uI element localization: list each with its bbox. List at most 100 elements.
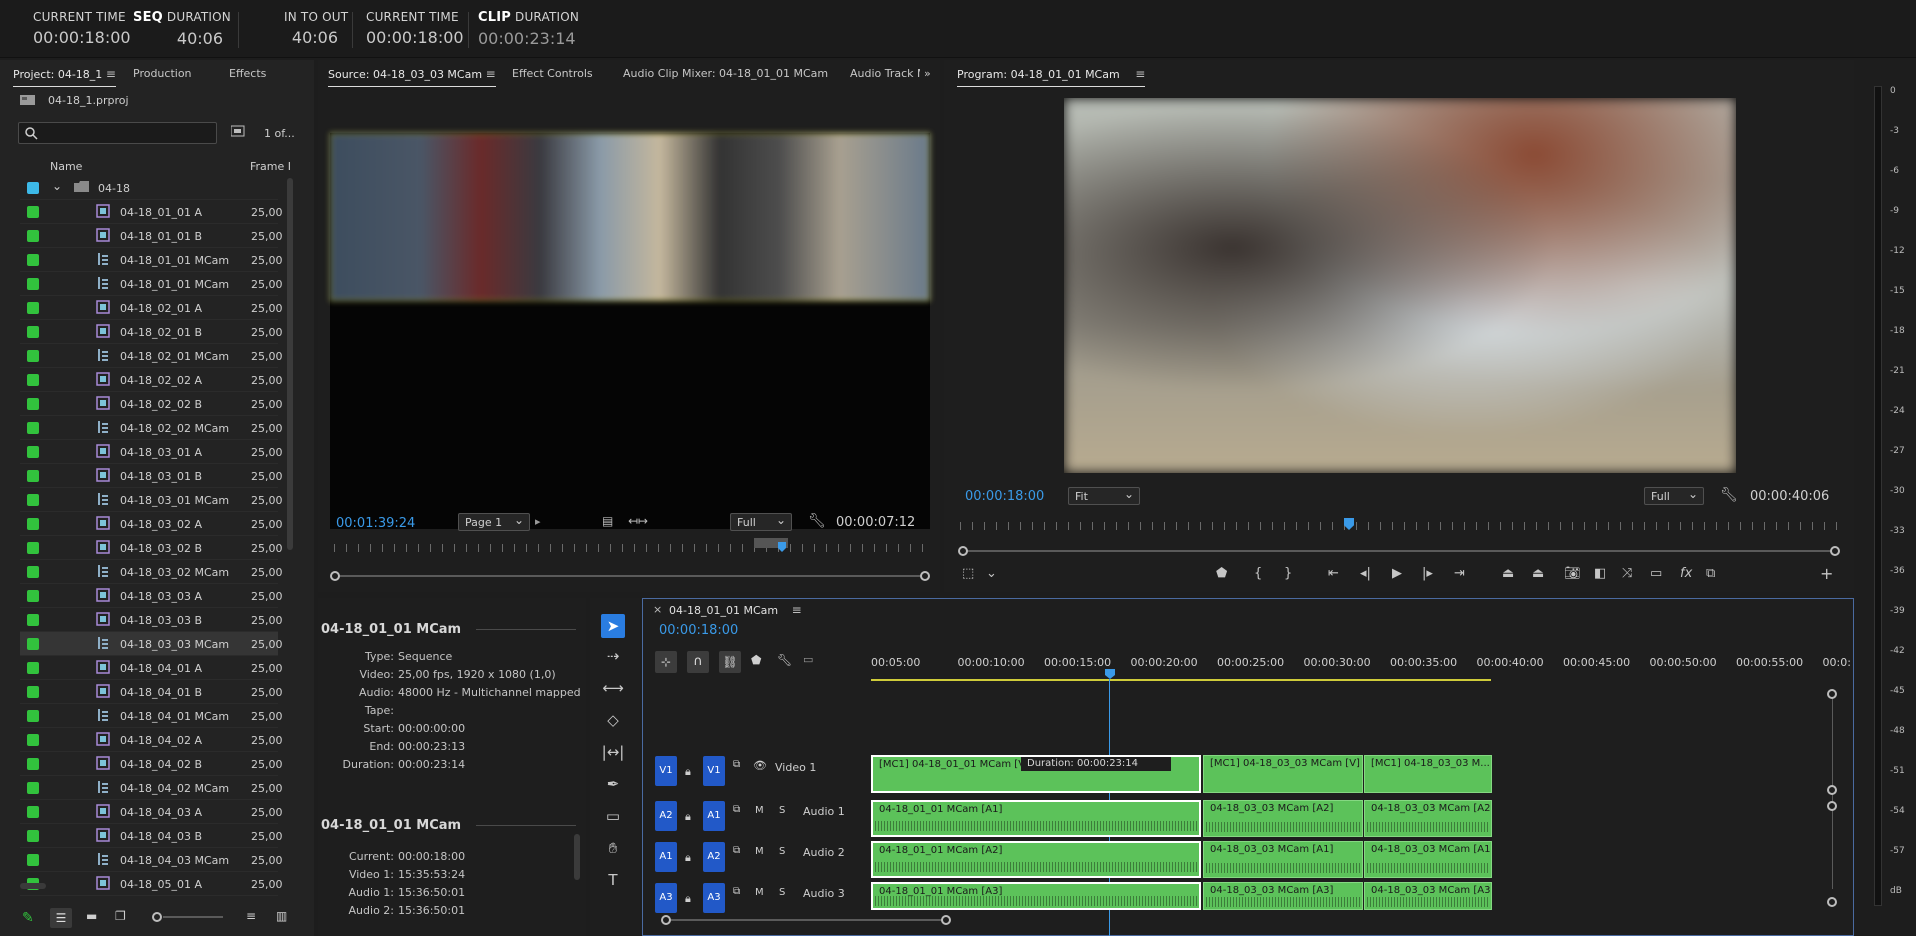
audio-clip[interactable]: 04-18_01_01 MCam [A3] — [871, 882, 1201, 910]
audio-clip[interactable]: 04-18_03_03 MCam [A2] — [1364, 800, 1492, 837]
lock-icon[interactable]: 🔒︎ — [685, 765, 691, 779]
mark-out-icon[interactable]: } — [1284, 566, 1292, 581]
project-item[interactable]: 04-18_03_02 B 25,00 — [20, 536, 283, 560]
zoom-slider-track[interactable] — [163, 916, 223, 918]
scroll-start-handle[interactable] — [958, 546, 968, 556]
tab-audio-track-mixer[interactable]: Audio Track M — [850, 67, 920, 80]
project-item[interactable]: 04-18_02_02 MCam 25,00 — [20, 416, 283, 440]
tab-production[interactable]: Production — [133, 67, 192, 80]
wrench-icon[interactable]: 🔧︎ — [808, 513, 826, 529]
pencil-icon[interactable]: ✎ — [22, 910, 34, 926]
tab-project[interactable]: Project: 04-18_1 ≡ — [13, 67, 116, 87]
source-patch-v1[interactable]: V1 — [655, 756, 677, 786]
add-marker-icon[interactable]: ⬟ — [1216, 566, 1227, 581]
rectangle-tool-icon[interactable]: ▭ — [601, 804, 625, 828]
panel-menu-icon[interactable]: ≡ — [1135, 67, 1145, 81]
freeform-view-icon[interactable]: ❐ — [115, 909, 126, 923]
project-item[interactable]: 04-18_03_03 B 25,00 — [20, 608, 283, 632]
scroll-end-handle[interactable] — [1830, 546, 1840, 556]
export-frame-icon[interactable]: 📷︎ — [1564, 566, 1581, 581]
nest-toggle-icon[interactable]: ⊹ — [655, 651, 677, 673]
solo-button[interactable]: S — [779, 805, 785, 816]
more-tabs-icon[interactable]: » — [924, 67, 931, 80]
lock-icon[interactable]: 🔒︎ — [685, 810, 691, 824]
snap-icon[interactable]: ∩ — [687, 651, 709, 673]
project-item[interactable]: 04-18_04_03 A 25,00 — [20, 800, 283, 824]
wrench-icon[interactable]: 🔧︎ — [777, 653, 792, 667]
source-quality-dropdown[interactable]: Full — [730, 513, 792, 531]
project-item[interactable]: 04-18_05_01 A 25,00 — [20, 872, 283, 896]
project-item[interactable]: 04-18_03_01 A 25,00 — [20, 440, 283, 464]
project-item[interactable]: 04-18_02_01 B 25,00 — [20, 320, 283, 344]
pen-tool-icon[interactable]: ✒ — [601, 772, 625, 796]
project-item[interactable]: 04-18_03_03 MCam 25,00 — [20, 632, 283, 656]
source-patch-a3[interactable]: A3 — [655, 883, 677, 913]
mute-button[interactable]: M — [755, 805, 764, 816]
go-to-out-icon[interactable]: ⇥ — [1454, 566, 1465, 581]
project-item[interactable]: 04-18_04_01 A 25,00 — [20, 656, 283, 680]
selection-tool-icon[interactable]: ➤ — [601, 614, 625, 638]
target-a2[interactable]: A2 — [703, 842, 725, 872]
audio-clip[interactable]: 04-18_01_01 MCam [A1] — [871, 800, 1201, 837]
chevron-down-icon[interactable]: ⌄ — [52, 179, 62, 193]
project-item[interactable]: 04-18_04_02 A 25,00 — [20, 728, 283, 752]
fit-dropdown[interactable]: Fit — [1068, 487, 1140, 505]
type-tool-icon[interactable]: T — [601, 868, 625, 892]
project-item[interactable]: 04-18_04_01 B 25,00 — [20, 680, 283, 704]
column-name-header[interactable]: Name — [50, 160, 82, 173]
vr-video-icon[interactable]: ▭ — [1650, 566, 1662, 581]
project-item[interactable]: 04-18_02_02 B 25,00 — [20, 392, 283, 416]
new-bin-icon[interactable] — [230, 125, 245, 140]
timeline-timecode[interactable]: 00:00:18:00 — [659, 623, 738, 638]
project-item[interactable]: 04-18_03_01 B 25,00 — [20, 464, 283, 488]
source-patch-a2[interactable]: A1 — [655, 842, 677, 872]
captions-icon[interactable]: ▭ — [803, 653, 813, 666]
audio-clip[interactable]: 04-18_03_03 MCam [A1] — [1203, 841, 1363, 878]
info-scrollbar[interactable] — [574, 834, 580, 880]
tab-effects[interactable]: Effects — [229, 67, 266, 80]
go-to-in-icon[interactable]: ⇤ — [1328, 566, 1339, 581]
source-video-frame[interactable] — [330, 133, 930, 529]
wrench-icon[interactable]: 🔧︎ — [1720, 487, 1738, 503]
export-frame-icon[interactable]: ▤ — [602, 514, 613, 528]
project-item[interactable]: 04-18_04_03 B 25,00 — [20, 824, 283, 848]
icon-view-icon[interactable]: ▬ — [86, 909, 97, 923]
work-area-bar[interactable] — [871, 679, 1491, 681]
mark-in-icon[interactable]: { — [1254, 566, 1262, 581]
video-clip[interactable]: [MC1] 04-18_03_03 M... — [1364, 755, 1492, 793]
linked-selection-icon[interactable]: ⛓︎ — [719, 651, 741, 673]
audio-clip[interactable]: 04-18_03_03 MCam [A3] — [1364, 882, 1492, 910]
sort-icon[interactable]: ≡ — [246, 909, 256, 923]
program-quality-dropdown[interactable]: Full — [1644, 487, 1704, 505]
close-icon[interactable]: × — [653, 603, 662, 616]
search-input[interactable] — [18, 122, 217, 144]
audio-clip[interactable]: 04-18_03_03 MCam [A2] — [1203, 800, 1363, 837]
target-a3[interactable]: A3 — [703, 883, 725, 913]
scroll-end-handle[interactable] — [941, 915, 951, 925]
lock-icon[interactable]: 🔒︎ — [685, 892, 691, 906]
column-frame-header[interactable]: Frame I — [250, 160, 290, 173]
fx-icon[interactable]: fx — [1680, 566, 1692, 581]
panel-menu-icon[interactable]: ≡ — [106, 67, 116, 81]
add-marker-icon[interactable]: ⬟ — [751, 653, 761, 667]
add-button-icon[interactable]: + — [1820, 564, 1833, 583]
audio-clip[interactable]: 04-18_03_03 MCam [A3] — [1203, 882, 1363, 910]
project-item[interactable]: 04-18_04_02 B 25,00 — [20, 752, 283, 776]
scroll-start-handle[interactable] — [330, 571, 340, 581]
play-icon[interactable]: ▸ — [535, 515, 541, 528]
project-item[interactable]: 04-18_03_01 MCam 25,00 — [20, 488, 283, 512]
proxy-toggle-icon[interactable]: ⤨ — [1622, 566, 1632, 581]
timeline-zoom-scrollbar[interactable] — [661, 915, 951, 925]
sync-lock-icon[interactable]: ⧉ — [733, 804, 740, 815]
step-forward-icon[interactable]: |▸ — [1422, 566, 1433, 581]
scroll-end-handle[interactable] — [920, 571, 930, 581]
lock-icon[interactable]: 🔒︎ — [685, 851, 691, 865]
program-scrollbar[interactable] — [958, 546, 1840, 556]
hand-tool-icon[interactable]: ✋︎ — [601, 836, 625, 860]
play-icon[interactable]: ▶ — [1392, 566, 1402, 581]
project-item[interactable]: 04-18_02_01 MCam 25,00 — [20, 344, 283, 368]
source-timecode[interactable]: 00:01:39:24 — [336, 516, 415, 531]
sync-lock-icon[interactable]: ⧉ — [733, 886, 740, 897]
horizontal-scrollbar[interactable] — [20, 883, 46, 889]
scroll-handle[interactable] — [1827, 897, 1837, 907]
